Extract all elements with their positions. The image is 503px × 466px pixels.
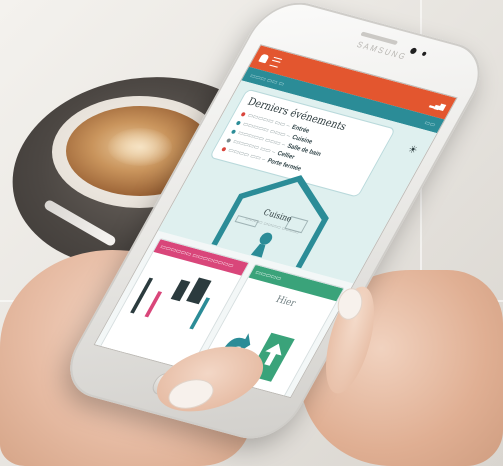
resident-body	[250, 243, 266, 258]
activity-bar	[170, 279, 191, 302]
event-dot	[235, 120, 242, 125]
resident-figure	[259, 232, 273, 245]
phone-screen: ▂▄▆ ▭▭▭ ▭▭ ▭ ▭▭ Derniers événements ▭▭▭▭…	[93, 44, 458, 399]
phone-brand: SAMSUNG	[354, 39, 409, 62]
event-dot	[221, 146, 227, 152]
phone-wrap: SAMSUNG ▂▄▆ ▭▭▭ ▭▭ ▭ ▭▭ Derniers événeme…	[0, 0, 503, 466]
subbar-right-text: ▭▭	[423, 119, 437, 129]
event-dot	[226, 137, 232, 143]
event-dot	[230, 128, 237, 134]
activity-bars	[130, 277, 212, 330]
front-sensor	[421, 51, 428, 57]
event-dot	[240, 111, 247, 117]
signal-icon: ▂▄▆	[428, 100, 447, 112]
smartphone: SAMSUNG ▂▄▆ ▭▭▭ ▭▭ ▭ ▭▭ Derniers événeme…	[53, 0, 497, 448]
photo-scene: SAMSUNG ▂▄▆ ▭▭▭ ▭▭ ▭ ▭▭ Derniers événeme…	[0, 0, 503, 466]
front-camera	[409, 47, 418, 55]
app-bar-left	[258, 53, 283, 68]
activity-bar	[144, 291, 163, 318]
bell-icon[interactable]	[258, 53, 270, 64]
sun-icon: ☀	[405, 144, 420, 157]
menu-icon[interactable]	[269, 56, 283, 68]
